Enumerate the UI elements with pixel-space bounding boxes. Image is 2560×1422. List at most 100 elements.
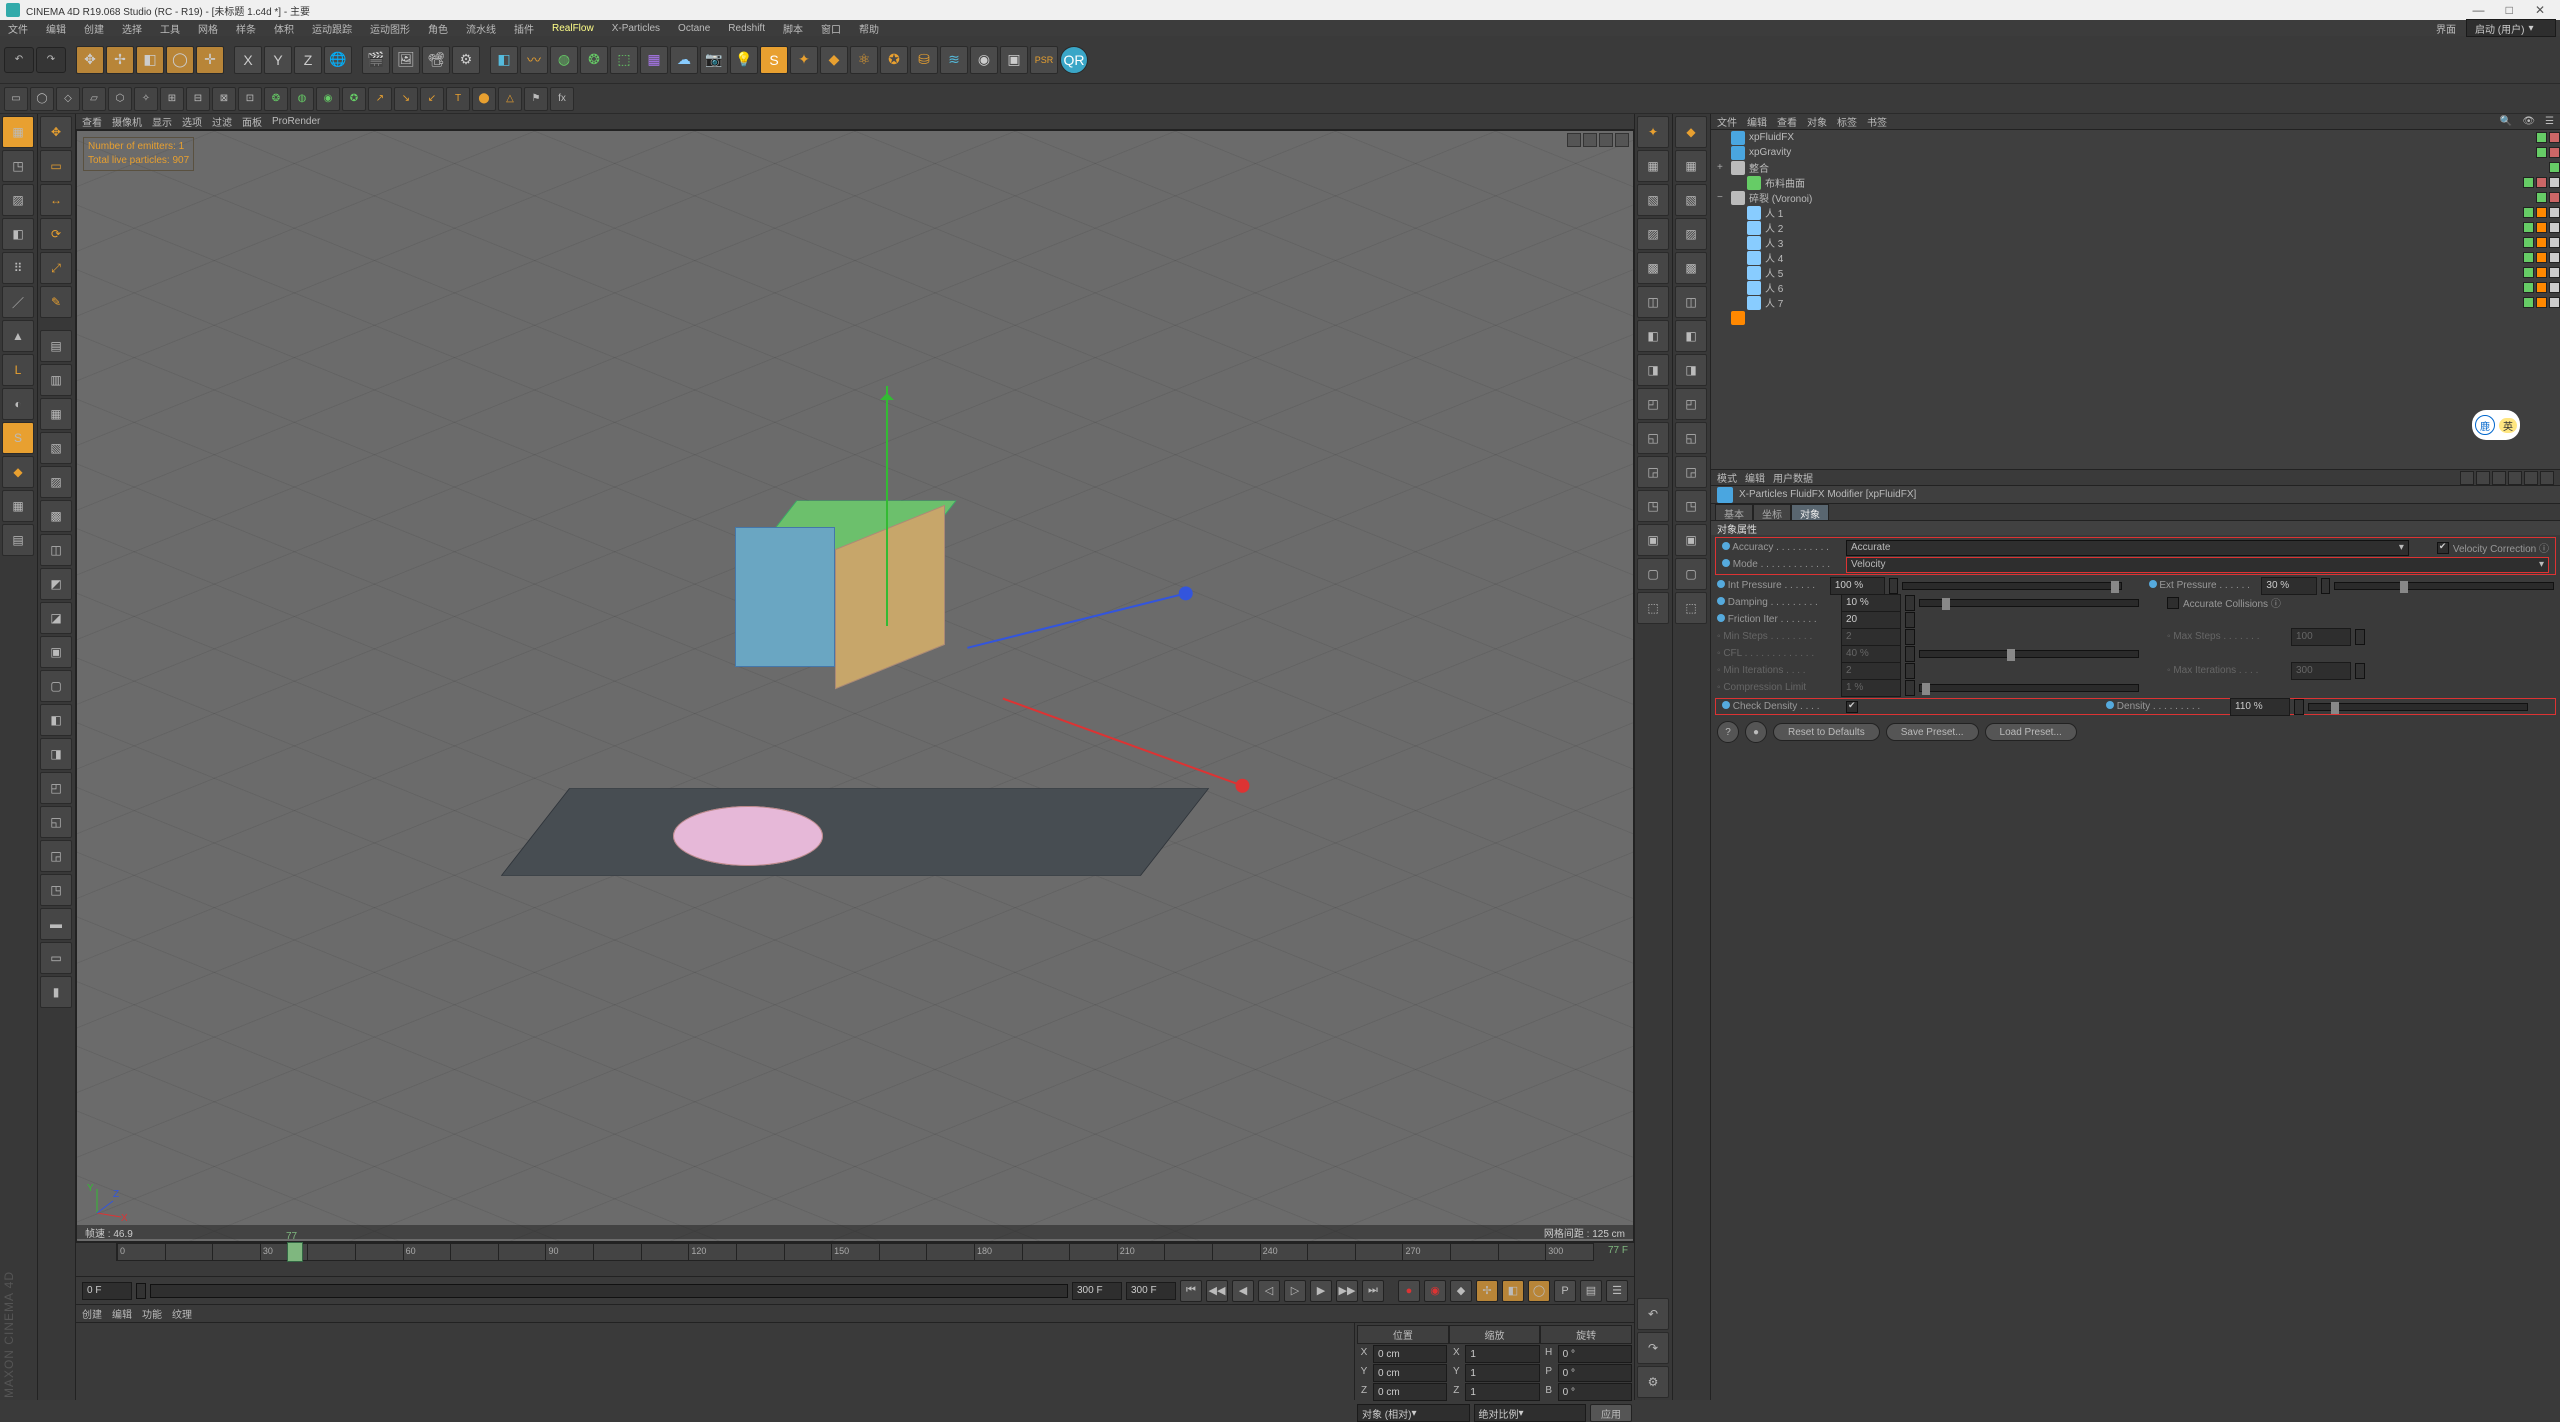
key-scale-icon[interactable]: ◧ — [1502, 1280, 1524, 1302]
om-row[interactable]: −碎裂 (Voronoi) — [1711, 190, 2560, 205]
camera-icon[interactable]: 📷 — [700, 46, 728, 74]
om-row[interactable]: 人 7 — [1711, 295, 2560, 310]
viewport-solo-icon[interactable]: ◐ — [2, 388, 34, 420]
palette-icon[interactable]: ⬚ — [1675, 592, 1707, 624]
min-iter-field[interactable]: 2 — [1841, 662, 1901, 680]
om-row[interactable]: 布料曲面 — [1711, 175, 2560, 190]
mode-dropdown[interactable]: Velocity▾ — [1846, 557, 2549, 573]
tool-icon[interactable]: ⊟ — [186, 87, 210, 111]
menu-item[interactable]: 文件 — [4, 21, 32, 36]
mm-menu-item[interactable]: 功能 — [142, 1306, 162, 1321]
apply-button[interactable]: 应用 — [1590, 1404, 1632, 1422]
octane-icon[interactable]: ◉ — [970, 46, 998, 74]
autokey-icon[interactable]: ◉ — [1424, 1280, 1446, 1302]
tool-icon[interactable]: ↙ — [420, 87, 444, 111]
om-row[interactable] — [1711, 310, 2560, 325]
poly-mode-icon[interactable]: ▲ — [2, 320, 34, 352]
layout-dropdown[interactable]: 启动 (用户) ▾ — [2466, 19, 2556, 37]
tool-icon[interactable]: ⬤ — [472, 87, 496, 111]
z-axis-icon[interactable]: Z — [294, 46, 322, 74]
frame-fwd-icon[interactable]: ▶ — [1310, 1280, 1332, 1302]
mm-menu-item[interactable]: 创建 — [82, 1306, 102, 1321]
key-param-icon[interactable]: P — [1554, 1280, 1576, 1302]
om-menu-item[interactable]: 文件 — [1717, 114, 1737, 129]
help-button[interactable]: ? — [1717, 721, 1739, 743]
palette-icon[interactable]: ⬚ — [1637, 592, 1669, 624]
palette-icon[interactable]: ◳ — [1637, 490, 1669, 522]
palette-icon[interactable]: ▩ — [1637, 252, 1669, 284]
viewport-nav-icons[interactable] — [1567, 133, 1629, 147]
tool-icon[interactable]: ◍ — [290, 87, 314, 111]
tool-icon[interactable]: ◉ — [316, 87, 340, 111]
palette-icon[interactable]: ◱ — [1675, 422, 1707, 454]
psr-icon[interactable]: PSR — [1030, 46, 1058, 74]
spinner[interactable] — [2355, 663, 2365, 679]
tool-icon[interactable]: ❂ — [264, 87, 288, 111]
key-rot-icon[interactable]: ◯ — [1528, 1280, 1550, 1302]
vp-menu-item[interactable]: 过滤 — [212, 114, 232, 129]
ime-indicator[interactable]: 鹿 英 — [2472, 410, 2520, 440]
palette-icon[interactable]: ◨ — [1637, 354, 1669, 386]
tab-coord[interactable]: 坐标 — [1753, 504, 1791, 520]
palette-icon[interactable]: ◲ — [1637, 456, 1669, 488]
model-mode-icon[interactable]: ◳ — [2, 150, 34, 182]
om-menu-item[interactable]: 对象 — [1807, 114, 1827, 129]
menu-item[interactable]: X-Particles — [608, 23, 664, 34]
move-icon[interactable]: ↔ — [40, 184, 72, 216]
palette-icon[interactable]: ◨ — [1675, 354, 1707, 386]
check-density-checkbox[interactable] — [1846, 701, 1858, 713]
workplane-icon[interactable]: ◆ — [2, 456, 34, 488]
attr-nav-icon[interactable] — [2508, 471, 2522, 485]
timeline-playhead[interactable]: 77 — [287, 1242, 303, 1262]
om-row[interactable]: xpFluidFX — [1711, 130, 2560, 145]
menu-item[interactable]: 样条 — [232, 21, 260, 36]
tool-icon[interactable]: ↘ — [394, 87, 418, 111]
accurate-collisions-checkbox[interactable] — [2167, 597, 2179, 609]
attr-menu-item[interactable]: 模式 — [1717, 470, 1737, 485]
tool-icon[interactable]: ↗ — [368, 87, 392, 111]
om-row[interactable]: 人 5 — [1711, 265, 2560, 280]
menu-item[interactable]: 网格 — [194, 21, 222, 36]
mm-menu-item[interactable]: 编辑 — [112, 1306, 132, 1321]
om-row[interactable]: 人 6 — [1711, 280, 2560, 295]
y-axis-icon[interactable]: Y — [264, 46, 292, 74]
xp-emitter-icon[interactable]: ✦ — [790, 46, 818, 74]
last-tool-icon[interactable]: ✛ — [196, 46, 224, 74]
accuracy-dropdown[interactable]: Accurate▾ — [1846, 540, 2409, 556]
menu-item[interactable]: 体积 — [270, 21, 298, 36]
palette-icon[interactable]: ◧ — [1637, 320, 1669, 352]
palette-icon[interactable]: ◫ — [1637, 286, 1669, 318]
om-filter-icon[interactable]: 👁 — [2522, 116, 2535, 127]
menu-item[interactable]: Octane — [674, 23, 714, 34]
palette-icon[interactable]: ◲ — [1675, 456, 1707, 488]
attr-nav-icon[interactable] — [2524, 471, 2538, 485]
key-pos-icon[interactable]: ✢ — [1476, 1280, 1498, 1302]
palette-icon[interactable]: ▧ — [1637, 184, 1669, 216]
palette-icon[interactable]: ▣ — [40, 636, 72, 668]
om-row[interactable]: 人 3 — [1711, 235, 2560, 250]
menu-item[interactable]: 角色 — [424, 21, 452, 36]
om-row[interactable]: 人 1 — [1711, 205, 2560, 220]
spinner[interactable] — [1905, 680, 1915, 696]
max-steps-field[interactable]: 100 — [2291, 628, 2351, 646]
tab-object[interactable]: 对象 — [1791, 504, 1829, 520]
spinner[interactable] — [2294, 699, 2304, 715]
scale-tool-icon[interactable]: ◧ — [136, 46, 164, 74]
attr-nav-icon[interactable] — [2476, 471, 2490, 485]
menu-item[interactable]: RealFlow — [548, 23, 598, 34]
palette-icon[interactable]: ◫ — [40, 534, 72, 566]
brush-icon[interactable]: ✎ — [40, 286, 72, 318]
palette-icon[interactable]: ▧ — [1675, 184, 1707, 216]
axis-mode-icon[interactable]: L — [2, 354, 34, 386]
realflow-icon[interactable]: ≋ — [940, 46, 968, 74]
max-iter-field[interactable]: 300 — [2291, 662, 2351, 680]
xp-generator-icon[interactable]: ◆ — [820, 46, 848, 74]
redo-button[interactable]: ↷ — [36, 47, 66, 73]
live-select-icon[interactable]: ✥ — [76, 46, 104, 74]
velocity-correction-checkbox[interactable] — [2437, 542, 2449, 554]
damping-slider[interactable] — [1919, 599, 2139, 607]
palette-icon[interactable]: ◳ — [1675, 490, 1707, 522]
palette-icon[interactable]: ▥ — [40, 364, 72, 396]
world-axis-icon[interactable]: 🌐 — [324, 46, 352, 74]
play-back-icon[interactable]: ◁ — [1258, 1280, 1280, 1302]
